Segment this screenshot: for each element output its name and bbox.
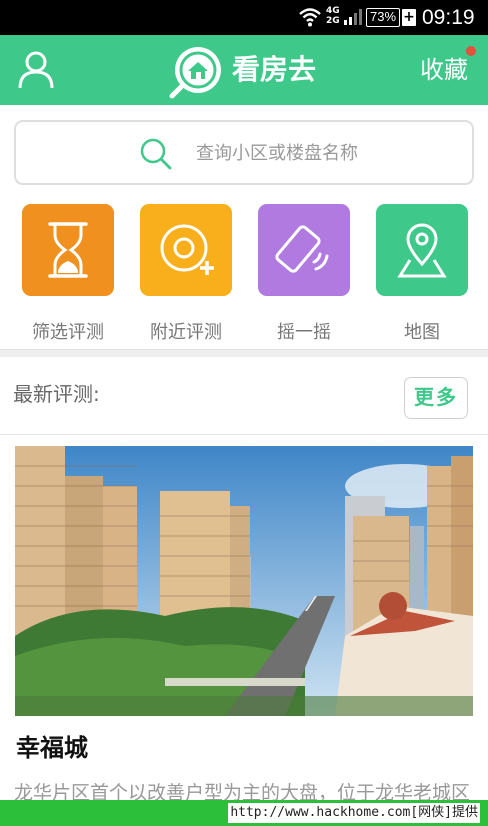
menu-label: 摇一摇 <box>277 322 331 343</box>
hourglass-icon <box>48 222 88 278</box>
more-button[interactable]: 更多 <box>404 377 468 419</box>
watermark-bar: http://www.hackhome.com[网侠]提供 <box>0 800 488 826</box>
app-header: 看房去 收藏 <box>0 35 488 105</box>
clock: 09:19 <box>422 6 475 29</box>
watermark-text: http://www.hackhome.com[网侠]提供 <box>228 803 480 823</box>
menu-label: 地图 <box>404 322 440 343</box>
search-icon <box>140 138 172 170</box>
signal-icon <box>344 9 362 25</box>
menu-item-filter-review[interactable]: 筛选评测 <box>22 204 114 343</box>
menu-item-shake[interactable]: 摇一摇 <box>258 204 350 343</box>
review-card[interactable]: 幸福城 龙华片区首个以改善户型为主的大盘，位于龙华老城区 <box>0 436 488 826</box>
app-logo-icon <box>169 47 221 99</box>
menu-tile[interactable] <box>258 204 350 296</box>
notification-dot <box>466 46 476 56</box>
property-photo-image <box>15 446 473 716</box>
search-section: 查询小区或楼盘名称 <box>0 105 488 193</box>
status-bar: 4G 2G 73% + 09:19 <box>0 0 488 35</box>
property-photo[interactable] <box>15 446 473 716</box>
menu-item-map[interactable]: 地图 <box>376 204 468 343</box>
charging-icon: + <box>402 9 416 26</box>
shake-phone-icon <box>275 225 329 273</box>
section-heading: 最新评测: <box>13 382 100 406</box>
wifi-icon <box>299 8 321 27</box>
app-title: 看房去 <box>232 53 317 86</box>
property-name[interactable]: 幸福城 <box>16 732 88 764</box>
search-input[interactable]: 查询小区或楼盘名称 <box>14 120 474 185</box>
map-pin-icon <box>397 223 447 278</box>
feature-menu: 筛选评测 附近评测 摇一摇 地图 <box>0 193 488 349</box>
user-profile-icon[interactable] <box>18 51 54 89</box>
section-divider <box>0 349 488 357</box>
menu-tile[interactable] <box>376 204 468 296</box>
menu-tile[interactable] <box>22 204 114 296</box>
search-placeholder: 查询小区或楼盘名称 <box>196 143 358 164</box>
location-target-icon <box>160 224 214 275</box>
menu-label: 筛选评测 <box>32 322 104 343</box>
latest-reviews-header: 最新评测: 更多 <box>0 357 488 435</box>
menu-item-nearby-review[interactable]: 附近评测 <box>140 204 232 343</box>
network-type: 4G 2G <box>326 6 340 26</box>
favorites-button[interactable]: 收藏 <box>420 53 468 87</box>
menu-tile[interactable] <box>140 204 232 296</box>
menu-label: 附近评测 <box>150 322 222 343</box>
battery-indicator: 73% <box>366 8 400 27</box>
